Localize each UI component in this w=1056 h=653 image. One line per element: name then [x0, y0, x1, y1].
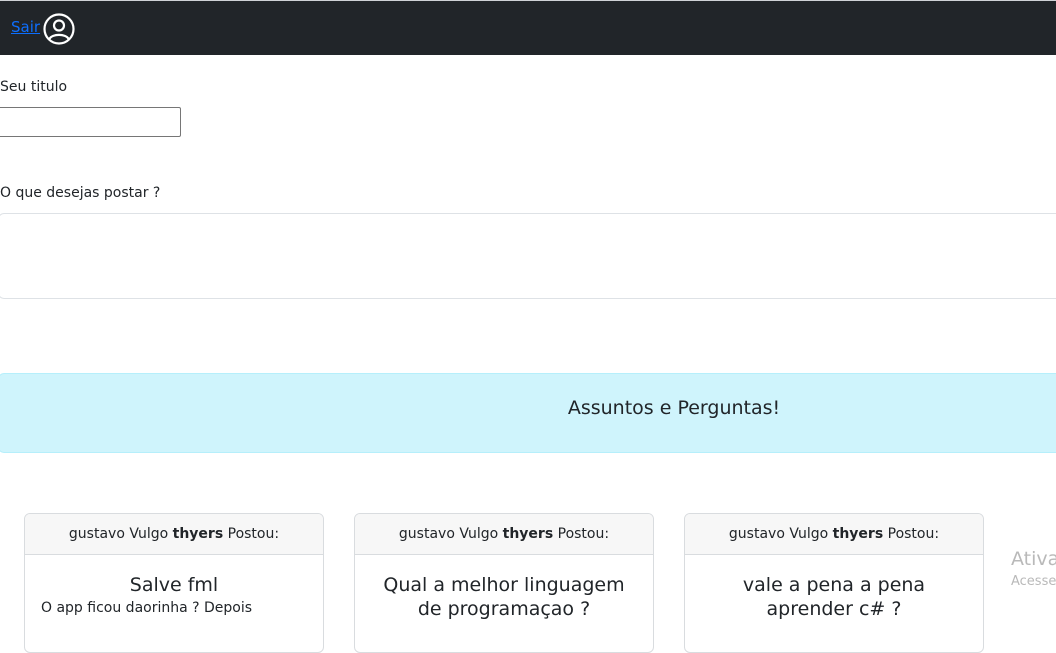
post-card: gustavo Vulgo thyers Postou: vale a pena…	[684, 513, 984, 653]
vulgo-word: Vulgo	[459, 526, 499, 542]
card-header: gustavo Vulgo thyers Postou:	[355, 514, 653, 555]
post-textarea[interactable]	[0, 213, 1056, 299]
card-title: vale a pena a pena aprender c# ?	[742, 574, 926, 620]
card-text: O app ficou daorinha ? Depois	[41, 600, 253, 616]
author-nickname: thyers	[502, 526, 554, 542]
navbar: Sair	[0, 0, 1056, 55]
activation-watermark-title: Ativa	[1011, 548, 1056, 570]
posted-word: Postou:	[557, 526, 610, 542]
post-card: gustavo Vulgo thyers Postou: Salve fml O…	[24, 513, 324, 653]
post-card: gustavo Vulgo thyers Postou: Qual a melh…	[354, 513, 654, 653]
posted-word: Postou:	[227, 526, 280, 542]
logout-link[interactable]: Sair	[11, 18, 40, 36]
card-title: Qual a melhor linguagem de programaçao ?	[383, 574, 625, 620]
author-name: gustavo	[728, 526, 785, 542]
card-text	[685, 621, 983, 624]
banner-text: Assuntos e Perguntas!	[567, 397, 781, 419]
posted-word: Postou:	[887, 526, 940, 542]
title-label: Seu titulo	[0, 79, 68, 95]
card-title: Salve fml	[129, 574, 219, 596]
vulgo-word: Vulgo	[789, 526, 829, 542]
title-input[interactable]	[0, 107, 181, 137]
author-name: gustavo	[68, 526, 125, 542]
author-name: gustavo	[398, 526, 455, 542]
author-nickname: thyers	[172, 526, 224, 542]
author-nickname: thyers	[832, 526, 884, 542]
user-circle-icon[interactable]	[42, 12, 76, 46]
card-header: gustavo Vulgo thyers Postou:	[685, 514, 983, 555]
card-header: gustavo Vulgo thyers Postou:	[25, 514, 323, 555]
card-text	[355, 621, 653, 624]
activation-watermark-text: Acesse	[1011, 574, 1056, 589]
post-label: O que desejas postar ?	[0, 185, 161, 201]
topics-banner: Assuntos e Perguntas!	[0, 373, 1056, 453]
vulgo-word: Vulgo	[129, 526, 169, 542]
